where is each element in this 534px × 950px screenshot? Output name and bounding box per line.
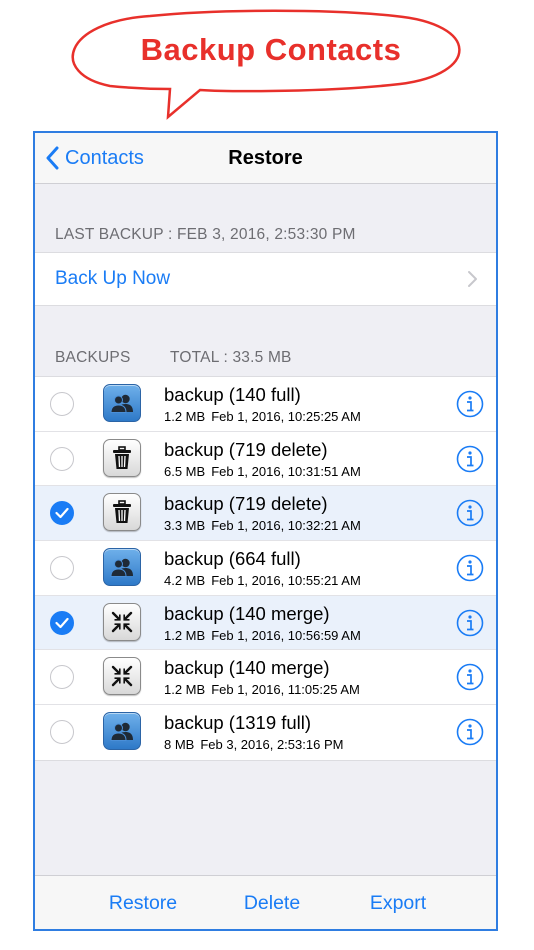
select-radio[interactable] (50, 610, 74, 635)
backup-row[interactable]: backup (719 delete) 6.5 MB Feb 1, 2016, 10… (35, 432, 496, 487)
info-icon[interactable] (456, 718, 484, 746)
restore-button[interactable]: Restore (83, 876, 203, 929)
phone-screen: Contacts Restore LAST BACKUP : FEB 3, 20… (33, 131, 498, 931)
backup-details: 6.5 MB Feb 1, 2016, 10:31:51 AM (164, 464, 361, 479)
backup-date: Feb 1, 2016, 10:25:25 AM (211, 409, 361, 424)
info-icon[interactable] (456, 390, 484, 418)
backup-row[interactable]: backup (664 full) 4.2 MB Feb 1, 2016, 10:5… (35, 541, 496, 596)
backup-details: 3.3 MB Feb 1, 2016, 10:32:21 AM (164, 518, 361, 533)
backup-title: backup (140 full) (164, 384, 301, 405)
backup-date: Feb 1, 2016, 10:55:21 AM (211, 573, 361, 589)
banner-title: Backup Contacts (140, 32, 402, 67)
backup-date: Feb 3, 2016, 2:53:16 PM (200, 737, 344, 753)
backup-details: 4.2 MB Feb 1, 2016, 10:55:21 AM (164, 573, 361, 588)
trash-icon (103, 493, 141, 532)
back-up-now-cell[interactable]: Back Up Now (35, 252, 496, 306)
backup-details: 8 MB Feb 3, 2016, 2:53:16 PM (164, 737, 343, 752)
backup-row[interactable]: backup (1319 full) 8 MB Feb 3, 2016, 2:53:… (35, 705, 496, 760)
info-icon[interactable] (456, 445, 484, 473)
backup-date: Feb 1, 2016, 10:31:51 AM (211, 463, 361, 479)
checkmark-icon (55, 508, 69, 519)
backup-title: backup (719 delete) (164, 493, 328, 515)
backup-date: Feb 1, 2016, 10:56:59 AM (211, 627, 361, 643)
backup-size: 8 MB (164, 737, 195, 753)
backup-row[interactable]: backup (719 delete) 3.3 MB Feb 1, 2016, 10… (35, 486, 496, 542)
backup-size: 1.2 MB (164, 682, 206, 698)
backup-row[interactable]: backup (140 merge) 1.2 MB Feb 1, 2016, 10:… (35, 595, 496, 651)
banner: Backup Contacts (0, 0, 534, 125)
delete-button[interactable]: Delete (212, 876, 332, 929)
backup-row[interactable]: backup (140 merge) 1.2 MB Feb 1, 2016, 11:… (35, 650, 496, 706)
backup-row[interactable]: backup (140 full) 1.2 MB Feb 1, 2016, 10:2… (35, 377, 496, 432)
chevron-right-icon (468, 271, 477, 287)
trash-icon (103, 438, 141, 477)
select-radio[interactable] (50, 665, 74, 690)
backup-details: 1.2 MB Feb 1, 2016, 11:05:25 AM (164, 682, 360, 697)
checkmark-icon (55, 617, 69, 628)
info-icon[interactable] (456, 554, 484, 582)
merge-arrows-icon (103, 657, 141, 696)
navigation-bar: Contacts Restore (35, 133, 496, 184)
backup-details: 1.2 MB Feb 1, 2016, 10:25:25 AM (164, 409, 361, 424)
backup-title: backup (1319 full) (164, 712, 312, 734)
backup-title: backup (719 delete) (164, 438, 328, 460)
backups-total: TOTAL : 33.5 MB (170, 349, 292, 366)
backup-details: 1.2 MB Feb 1, 2016, 10:56:59 AM (164, 628, 361, 643)
select-radio[interactable] (50, 501, 74, 526)
bottom-toolbar: Restore Delete Export (35, 875, 496, 929)
contacts-group-icon (103, 384, 141, 422)
export-button[interactable]: Export (338, 876, 458, 929)
backup-title: backup (140 merge) (164, 657, 330, 679)
page-title: Restore (228, 146, 303, 169)
merge-arrows-icon (103, 602, 141, 641)
backup-size: 6.5 MB (164, 463, 206, 479)
backup-size: 1.2 MB (164, 627, 206, 643)
info-icon[interactable] (456, 663, 484, 691)
last-backup-header: LAST BACKUP : FEB 3, 2016, 2:53:30 PM (55, 226, 356, 243)
info-icon[interactable] (456, 499, 484, 527)
contacts-group-icon (103, 712, 141, 751)
select-radio[interactable] (50, 720, 74, 745)
backup-size: 3.3 MB (164, 518, 206, 534)
contacts-group-icon (103, 548, 141, 587)
select-radio[interactable] (50, 392, 74, 416)
backup-title: backup (140 merge) (164, 602, 330, 624)
backup-date: Feb 1, 2016, 11:05:25 AM (211, 682, 360, 698)
select-radio[interactable] (50, 556, 74, 581)
backup-title: backup (664 full) (164, 548, 301, 570)
backup-size: 4.2 MB (164, 573, 206, 589)
backup-size: 1.2 MB (164, 409, 206, 424)
select-radio[interactable] (50, 446, 74, 471)
backup-date: Feb 1, 2016, 10:32:21 AM (211, 518, 361, 534)
backup-list: backup (140 full) 1.2 MB Feb 1, 2016, 10:2… (35, 376, 496, 761)
info-icon[interactable] (456, 609, 484, 637)
backups-header: BACKUPS (55, 349, 131, 366)
back-up-now-label: Back Up Now (55, 268, 171, 289)
